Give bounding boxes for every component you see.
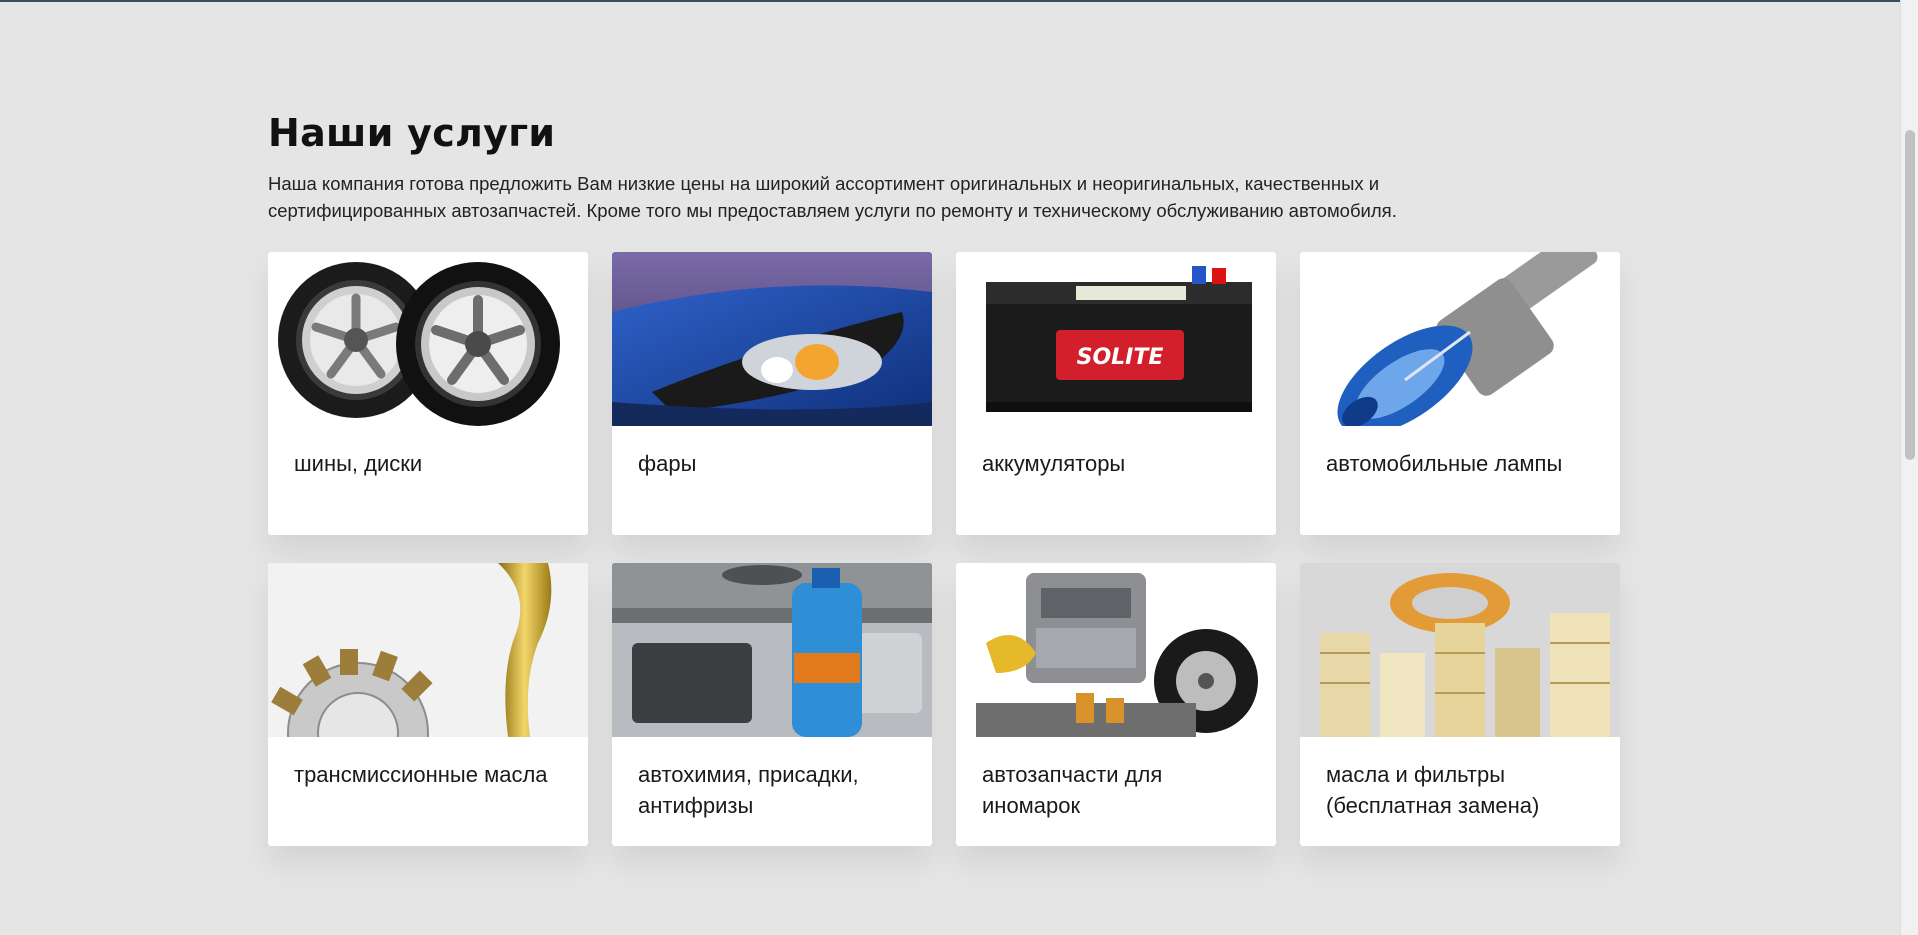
service-card-tires[interactable]: шины, диски	[268, 252, 588, 535]
oil-filters-image	[1300, 563, 1620, 737]
service-card-headlights[interactable]: фары	[612, 252, 932, 535]
header-divider	[0, 0, 1900, 2]
service-card-label: аккумуляторы	[982, 451, 1126, 476]
headlight-image	[612, 252, 932, 426]
tires-wheels-image	[268, 252, 588, 426]
car-bulb-image	[1300, 252, 1620, 426]
antifreeze-image	[612, 563, 932, 737]
service-card-car-parts[interactable]: автозапчасти для иномарок	[956, 563, 1276, 846]
section-title: Наши услуги	[268, 111, 556, 155]
scrollbar-thumb[interactable]	[1905, 130, 1915, 460]
car-battery-image: SOLITE	[956, 252, 1276, 426]
services-grid: шины, диски фары SOLITE аккумуляторы авт…	[268, 252, 1620, 846]
service-card-oil-filters[interactable]: масла и фильтры (бесплатная замена)	[1300, 563, 1620, 846]
service-card-label: фары	[638, 451, 697, 476]
service-card-label: трансмиссионные масла	[294, 762, 548, 787]
section-description: Наша компания готова предложить Вам низк…	[268, 173, 1397, 221]
service-card-antifreeze[interactable]: автохимия, присадки, антифризы	[612, 563, 932, 846]
vertical-scrollbar[interactable]	[1900, 0, 1918, 935]
service-card-gear-oil[interactable]: трансмиссионные масла	[268, 563, 588, 846]
car-parts-image	[956, 563, 1276, 737]
service-card-label: автомобильные лампы	[1326, 451, 1563, 476]
gear-oil-image	[268, 563, 588, 737]
battery-brand: SOLITE	[1077, 345, 1164, 370]
service-card-label: шины, диски	[294, 451, 423, 476]
services-section: Наши услуги Наша компания готова предлож…	[268, 108, 1628, 846]
service-card-bulbs[interactable]: автомобильные лампы	[1300, 252, 1620, 535]
service-card-batteries[interactable]: SOLITE аккумуляторы	[956, 252, 1276, 535]
service-card-label: автозапчасти для иномарок	[982, 762, 1163, 818]
service-card-label: масла и фильтры (бесплатная замена)	[1326, 762, 1540, 818]
service-card-label: автохимия, присадки, антифризы	[638, 762, 859, 818]
